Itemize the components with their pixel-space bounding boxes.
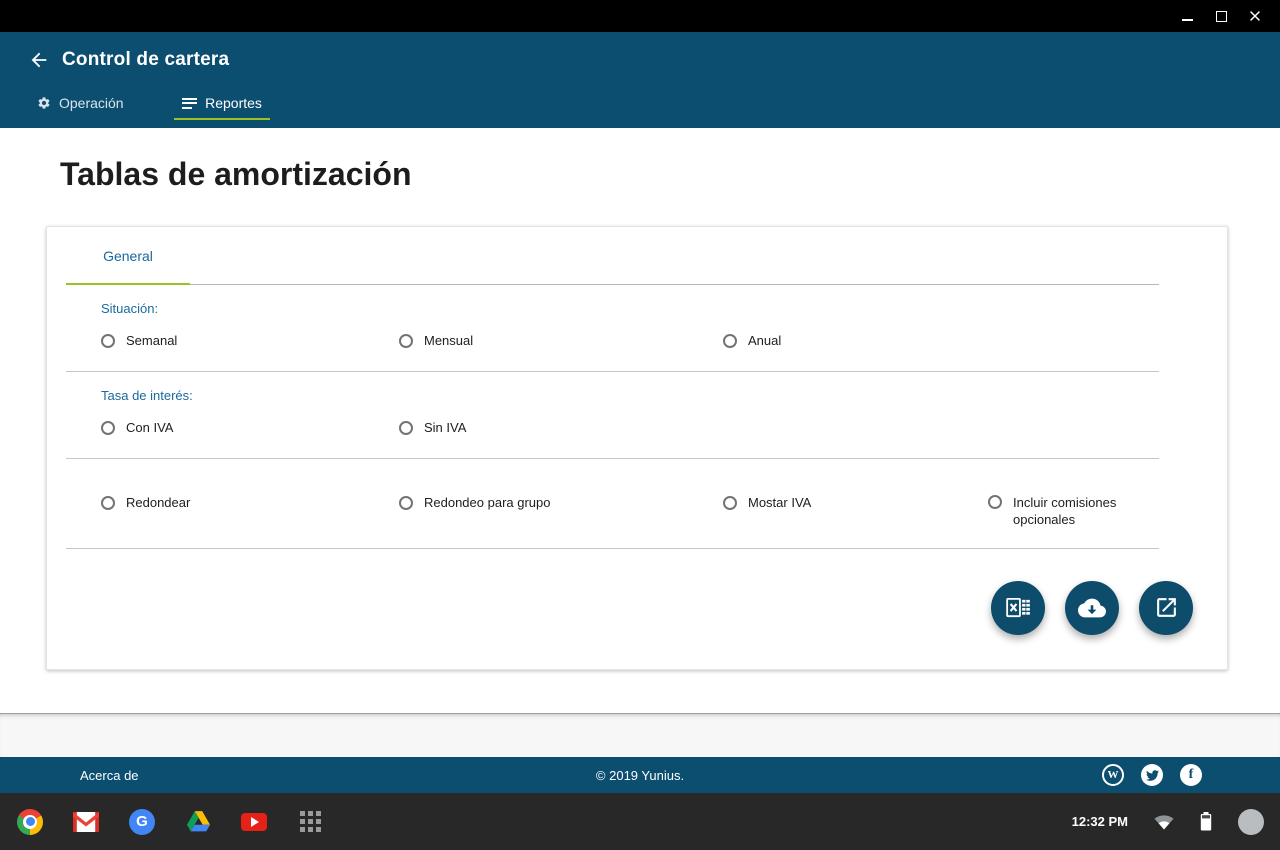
radio-label[interactable]: Sin IVA — [424, 420, 466, 437]
export-excel-button[interactable] — [991, 581, 1045, 635]
radio-option-incluir-comisiones[interactable]: Incluir comisiones opcionales — [988, 495, 1159, 529]
radio-label[interactable]: Con IVA — [126, 420, 173, 437]
twitter-bird-icon — [1146, 769, 1159, 782]
tab-operacion[interactable]: Operación — [24, 86, 174, 120]
radio-label[interactable]: Semanal — [126, 333, 177, 350]
facebook-icon[interactable]: f — [1180, 764, 1202, 786]
twitter-icon[interactable] — [1141, 764, 1163, 786]
list-lines-icon — [182, 98, 197, 109]
radio-icon[interactable] — [101, 421, 115, 435]
radio-option-con-iva[interactable]: Con IVA — [101, 420, 399, 437]
section-situacion: Situación: Semanal Mensual Anual — [66, 285, 1159, 372]
card-tabbar: General — [66, 227, 1159, 285]
radio-option-semanal[interactable]: Semanal — [101, 333, 399, 350]
google-app-icon[interactable]: G — [129, 809, 155, 835]
radio-icon[interactable] — [399, 496, 413, 510]
page-title: Tablas de amortización — [0, 128, 1280, 193]
amortization-card: General Situación: Semanal Mensual Anu — [46, 226, 1228, 670]
window-titlebar — [0, 0, 1280, 32]
page-header-title: Control de cartera — [62, 49, 229, 71]
youtube-icon — [241, 813, 267, 831]
radio-label[interactable]: Mensual — [424, 333, 473, 350]
back-arrow-icon[interactable] — [28, 49, 50, 71]
gmail-app-icon[interactable] — [73, 809, 99, 835]
copyright-text: © 2019 Yunius. — [596, 768, 684, 783]
wifi-icon[interactable] — [1154, 814, 1174, 830]
app-grid-icon — [300, 811, 321, 832]
cloud-download-icon — [1078, 594, 1106, 622]
excel-icon — [1005, 594, 1032, 621]
card-actions — [47, 549, 1227, 669]
drive-icon — [186, 811, 211, 832]
radio-label[interactable]: Redondear — [126, 495, 190, 512]
maximize-button[interactable] — [1214, 9, 1228, 23]
minimize-icon — [1182, 19, 1193, 21]
radio-icon[interactable] — [399, 334, 413, 348]
header-tabs: Operación Reportes — [24, 86, 1280, 120]
close-icon — [1248, 9, 1262, 23]
youtube-app-icon[interactable] — [241, 809, 267, 835]
radio-option-mostar-iva[interactable]: Mostar IVA — [723, 495, 988, 512]
app-header: Control de cartera Operación Reportes — [0, 32, 1280, 128]
main-content: Tablas de amortización General Situación… — [0, 128, 1280, 713]
download-cloud-button[interactable] — [1065, 581, 1119, 635]
tab-general[interactable]: General — [66, 227, 190, 284]
radio-label[interactable]: Redondeo para grupo — [424, 495, 551, 512]
radio-icon[interactable] — [723, 496, 737, 510]
system-tray[interactable]: 12:32 PM — [1072, 809, 1264, 835]
radio-label[interactable]: Incluir comisiones opcionales — [1013, 495, 1157, 529]
about-link[interactable]: Acerca de — [80, 768, 139, 783]
situacion-label: Situación: — [101, 301, 1159, 316]
wordpress-icon[interactable]: W — [1102, 764, 1124, 786]
google-icon: G — [129, 809, 155, 835]
section-extras: Redondear Redondeo para grupo Mostar IVA… — [66, 459, 1159, 549]
footer-social: W f — [1102, 764, 1202, 786]
radio-option-anual[interactable]: Anual — [723, 333, 988, 350]
radio-icon[interactable] — [101, 496, 115, 510]
radio-label[interactable]: Mostar IVA — [748, 495, 811, 512]
footer: Acerca de © 2019 Yunius. W f — [0, 757, 1280, 793]
open-in-new-icon — [1154, 595, 1179, 620]
radio-icon[interactable] — [399, 421, 413, 435]
close-button[interactable] — [1248, 9, 1262, 23]
radio-icon[interactable] — [988, 495, 1002, 509]
gmail-icon — [73, 812, 99, 832]
tab-reportes[interactable]: Reportes — [174, 86, 270, 120]
app-launcher-button[interactable] — [297, 809, 323, 835]
taskbar: G 12:32 PM — [0, 793, 1280, 850]
radio-option-redondear[interactable]: Redondear — [101, 495, 399, 512]
battery-icon[interactable] — [1200, 812, 1212, 831]
radio-option-mensual[interactable]: Mensual — [399, 333, 723, 350]
minimize-button[interactable] — [1180, 9, 1194, 23]
section-tasa: Tasa de interés: Con IVA Sin IVA — [66, 372, 1159, 459]
maximize-icon — [1216, 11, 1227, 22]
clock[interactable]: 12:32 PM — [1072, 814, 1128, 829]
radio-option-sin-iva[interactable]: Sin IVA — [399, 420, 723, 437]
drive-app-icon[interactable] — [185, 809, 211, 835]
chrome-icon — [17, 809, 43, 835]
account-avatar[interactable] — [1238, 809, 1264, 835]
radio-label[interactable]: Anual — [748, 333, 781, 350]
tab-operacion-label: Operación — [59, 95, 124, 111]
radio-option-redondeo-grupo[interactable]: Redondeo para grupo — [399, 495, 723, 512]
tasa-label: Tasa de interés: — [101, 388, 1159, 403]
radio-icon[interactable] — [723, 334, 737, 348]
prefooter-strip — [0, 713, 1280, 757]
chrome-app-icon[interactable] — [17, 809, 43, 835]
tab-reportes-label: Reportes — [205, 95, 262, 111]
gear-icon — [37, 96, 51, 110]
open-external-button[interactable] — [1139, 581, 1193, 635]
radio-icon[interactable] — [101, 334, 115, 348]
taskbar-apps: G — [17, 809, 323, 835]
